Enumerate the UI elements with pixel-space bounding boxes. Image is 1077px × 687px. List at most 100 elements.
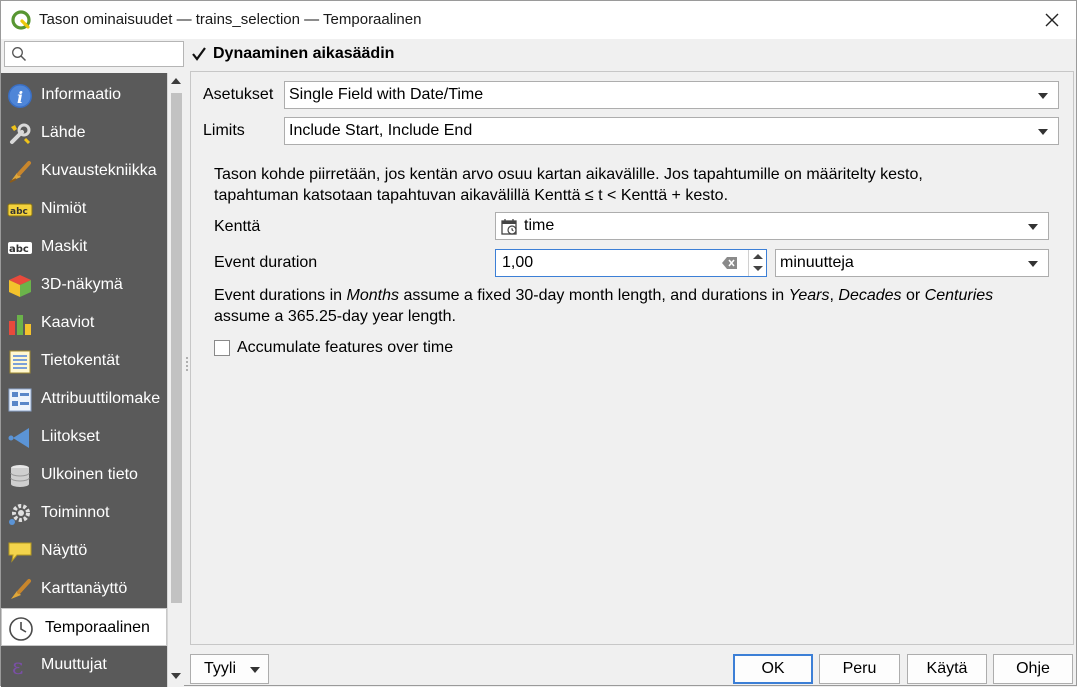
clear-field-icon[interactable]: [722, 256, 738, 270]
note-text: or: [901, 287, 925, 304]
settings-label: Asetukset: [203, 86, 274, 103]
sidebar-item-kaaviot[interactable]: Kaaviot: [1, 304, 167, 342]
sidebar-item-naytto[interactable]: Näyttö: [1, 532, 167, 570]
duration-input[interactable]: [500, 253, 700, 273]
search-icon: [12, 47, 27, 62]
sidebar-item-label: Liitokset: [41, 428, 100, 445]
scroll-up-arrow-icon[interactable]: [171, 78, 181, 84]
joins-icon: [8, 428, 29, 448]
sidebar-item-ulkoinen-tieto[interactable]: Ulkoinen tieto: [1, 456, 167, 494]
svg-text:ε: ε: [12, 655, 23, 679]
note-text: Event durations in: [214, 287, 347, 304]
search-input[interactable]: [31, 44, 181, 64]
sidebar-item-label: Ulkoinen tieto: [41, 466, 138, 483]
temporal-enable-label: Dynaaminen aikasäädin: [213, 45, 395, 62]
note-text: assume a fixed 30-day month length, and …: [399, 287, 789, 304]
attribute-form-icon: [8, 388, 32, 412]
cancel-button[interactable]: Peru: [819, 654, 900, 684]
chevron-down-icon: [1028, 261, 1038, 267]
help-button[interactable]: Ohje: [993, 654, 1073, 684]
style-button-label: Tyyli: [204, 660, 236, 677]
clock-icon: [9, 617, 33, 641]
sidebar-item-label: 3D-näkymä: [41, 276, 123, 293]
sidebar-item-informaatio[interactable]: i Informaatio: [1, 76, 167, 114]
sidebar-item-label: Muuttujat: [41, 656, 107, 673]
sidebar-item-tietokentat[interactable]: Tietokentät: [1, 342, 167, 380]
duration-label: Event duration: [214, 254, 318, 271]
chevron-down-icon: [1028, 224, 1038, 230]
temporal-settings-panel: [190, 71, 1074, 645]
sidebar: i Informaatio Lähde Kuvaustekniikka abc …: [1, 73, 167, 687]
duration-note: Event durations in Months assume a fixed…: [214, 285, 1064, 327]
sidebar-item-label: Toiminnot: [41, 504, 110, 521]
field-value: time: [524, 217, 555, 234]
labels-abc-icon: abc: [7, 203, 33, 217]
checkbox-box[interactable]: [214, 340, 230, 356]
sidebar-item-maskit[interactable]: abc Maskit: [1, 228, 167, 266]
duration-unit-value: minuutteja: [780, 254, 854, 271]
duration-spinbox[interactable]: [495, 249, 767, 277]
sidebar-item-nimiot[interactable]: abc Nimiöt: [1, 190, 167, 228]
sidebar-item-lahde[interactable]: Lähde: [1, 114, 167, 152]
style-menu-button[interactable]: Tyyli: [190, 654, 269, 684]
sidebar-item-karttanaytto[interactable]: Karttanäyttö: [1, 570, 167, 608]
sidebar-item-label: Kaaviot: [41, 314, 95, 331]
scroll-down-arrow-icon[interactable]: [171, 673, 181, 679]
limits-label: Limits: [203, 122, 245, 139]
svg-text:abc: abc: [10, 207, 28, 217]
accumulate-label: Accumulate features over time: [237, 339, 454, 356]
scrollbar-thumb[interactable]: [171, 93, 182, 603]
title-bar: Tason ominaisuudet — trains_selection — …: [1, 1, 1076, 39]
description-line-1: Tason kohde piirretään, jos kentän arvo …: [214, 166, 923, 183]
display-speech-bubble-icon: [8, 542, 32, 563]
chevron-down-icon: [1038, 93, 1048, 99]
note-centuries: Centuries: [924, 287, 994, 304]
source-wrench-icon: [10, 123, 31, 145]
sidebar-item-label: Karttanäyttö: [41, 580, 128, 597]
sidebar-item-kuvaustekniikka[interactable]: Kuvaustekniikka: [1, 152, 167, 190]
chevron-down-icon: [250, 667, 260, 673]
sidebar-item-temporaalinen[interactable]: Temporaalinen: [1, 608, 167, 646]
variables-epsilon-icon: ε: [12, 655, 23, 679]
settings-combobox[interactable]: Single Field with Date/Time: [284, 81, 1059, 109]
sidebar-item-label: Kuvaustekniikka: [41, 162, 157, 179]
layer-properties-dialog: Tason ominaisuudet — trains_selection — …: [0, 0, 1077, 687]
sidebar-scrollbar[interactable]: [167, 73, 184, 687]
sidebar-item-muuttujat[interactable]: ε Muuttujat: [1, 646, 167, 684]
masks-abc-icon: abc: [8, 242, 32, 255]
sidebar-item-3d-nakyma[interactable]: 3D-näkymä: [1, 266, 167, 304]
window-title: Tason ominaisuudet — trains_selection — …: [39, 11, 422, 28]
limits-combobox[interactable]: Include Start, Include End: [284, 117, 1059, 145]
field-label: Kenttä: [214, 218, 261, 235]
sidebar-item-attribuuttilomake[interactable]: Attribuuttilomake: [1, 380, 167, 418]
spin-up-arrow-icon[interactable]: [748, 250, 766, 263]
duration-note-line-1: Event durations in Months assume a fixed…: [214, 285, 1064, 306]
svg-text:abc: abc: [9, 244, 29, 255]
qgis-logo-icon: [11, 10, 31, 30]
ok-button[interactable]: OK: [733, 654, 813, 684]
datetime-field-icon: [501, 219, 517, 235]
diagrams-icon: [9, 315, 31, 335]
sidebar-item-toiminnot[interactable]: Toiminnot: [1, 494, 167, 532]
sidebar-item-label: Informaatio: [41, 86, 122, 103]
fields-icon: [9, 350, 31, 374]
duration-note-line-2: assume a 365.25-day year length.: [214, 308, 456, 325]
sidebar-item-liitokset[interactable]: Liitokset: [1, 418, 167, 456]
sidebar-item-label: Temporaalinen: [45, 619, 150, 636]
sidebar-item-label: Näyttö: [41, 542, 88, 559]
spin-down-arrow-icon[interactable]: [748, 263, 766, 276]
checkmark-icon: [192, 47, 206, 61]
info-icon: i: [8, 84, 32, 108]
close-button[interactable]: [1034, 5, 1070, 35]
sidebar-item-label: Maskit: [41, 238, 88, 255]
apply-button[interactable]: Käytä: [907, 654, 987, 684]
search-field[interactable]: [4, 41, 184, 67]
duration-unit-combobox[interactable]: minuutteja: [775, 249, 1049, 277]
note-decades: Decades: [838, 287, 902, 304]
description-line-2: tapahtuman katsotaan tapahtuvan aikaväli…: [214, 187, 729, 204]
database-icon: [10, 465, 30, 487]
sidebar-item-label: Lähde: [41, 124, 86, 141]
field-combobox[interactable]: time: [495, 212, 1049, 240]
splitter-handle[interactable]: [186, 357, 189, 371]
chevron-down-icon: [1038, 129, 1048, 135]
